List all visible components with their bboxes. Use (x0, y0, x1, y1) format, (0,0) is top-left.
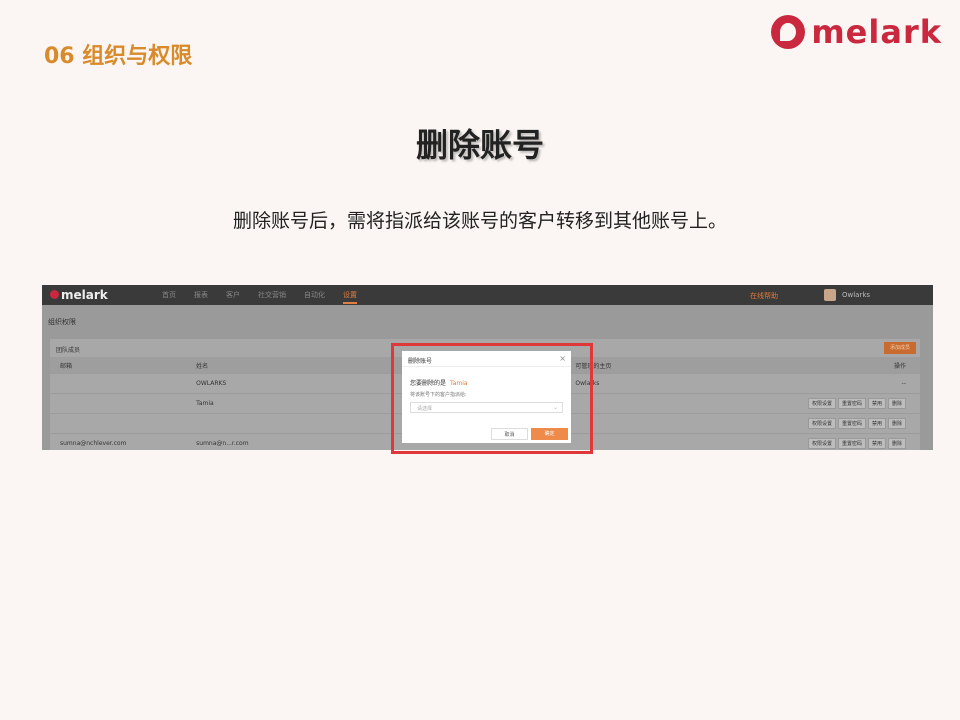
permission-button[interactable]: 权限设置 (807, 398, 836, 409)
help-link[interactable]: 在线帮助 (750, 291, 778, 301)
confirm-button[interactable]: 确定 (531, 428, 568, 440)
slide-description: 删除账号后，需将指派给该账号的客户转移到其他账号上。 (232, 210, 727, 232)
assignee-select[interactable]: 请选择 ⌄ (410, 402, 563, 413)
confirm-text: 您要删除的是 Tamia (410, 380, 468, 387)
chevron-down-icon: ⌄ (552, 404, 558, 411)
target-name: Tamia (450, 380, 468, 387)
delete-button[interactable]: 删除 (888, 438, 907, 449)
section-title: 06 组织与权限 (44, 44, 193, 69)
panel-title: 团队成员 (56, 347, 81, 354)
delete-button[interactable]: 删除 (888, 418, 907, 429)
slide-title: 删除账号 (415, 126, 544, 164)
transfer-label: 将该账号下的客户指派给: (410, 392, 467, 398)
reset-password-button[interactable]: 重置密码 (837, 418, 866, 429)
user-name: Owlarks (842, 291, 871, 299)
nav-tab-automation[interactable]: 自动化 (304, 290, 325, 304)
permission-button[interactable]: 权限设置 (807, 438, 836, 449)
delete-account-dialog: 删除账号 × 您要删除的是 Tamia 将该账号下的客户指派给: 请选择 ⌄ 取消… (402, 351, 571, 443)
nav-tab-reports[interactable]: 报表 (194, 290, 208, 304)
nav-tab-home[interactable]: 首页 (162, 290, 176, 304)
nav-tab-social[interactable]: 社交营销 (258, 290, 286, 304)
dialog-header: 删除账号 × (402, 351, 571, 367)
col-ops: 操作 (894, 362, 907, 370)
user-menu[interactable]: Owlarks (824, 289, 870, 301)
permission-button[interactable]: 权限设置 (807, 418, 836, 429)
dialog-title: 删除账号 (408, 358, 433, 365)
add-member-button[interactable]: 添加成员 (884, 342, 916, 354)
melark-logo-icon (771, 15, 806, 49)
delete-button[interactable]: 删除 (888, 398, 907, 409)
brand-icon (50, 290, 59, 299)
nav-tabs: 首页 报表 客户 社交营销 自动化 设置 (162, 290, 357, 304)
melark-logo: melark (771, 10, 942, 54)
close-icon[interactable]: × (559, 354, 566, 363)
col-name: 姓名 (196, 362, 209, 370)
nav-tab-settings[interactable]: 设置 (343, 290, 357, 304)
disable-button[interactable]: 禁用 (867, 438, 886, 449)
avatar (824, 289, 836, 301)
reset-password-button[interactable]: 重置密码 (837, 398, 866, 409)
disable-button[interactable]: 禁用 (867, 418, 886, 429)
col-pages: 可管理的主页 (575, 362, 612, 370)
reset-password-button[interactable]: 重置密码 (837, 438, 866, 449)
app-brand[interactable]: melark (50, 288, 108, 302)
col-email: 邮箱 (60, 362, 73, 370)
nav-tab-customers[interactable]: 客户 (226, 290, 240, 304)
cancel-button[interactable]: 取消 (491, 428, 528, 440)
logo-text: melark (811, 13, 942, 51)
breadcrumb: 组织权限 (48, 318, 76, 326)
top-nav: melark 首页 报表 客户 社交营销 自动化 设置 在线帮助 Owlarks (42, 285, 933, 305)
disable-button[interactable]: 禁用 (867, 398, 886, 409)
